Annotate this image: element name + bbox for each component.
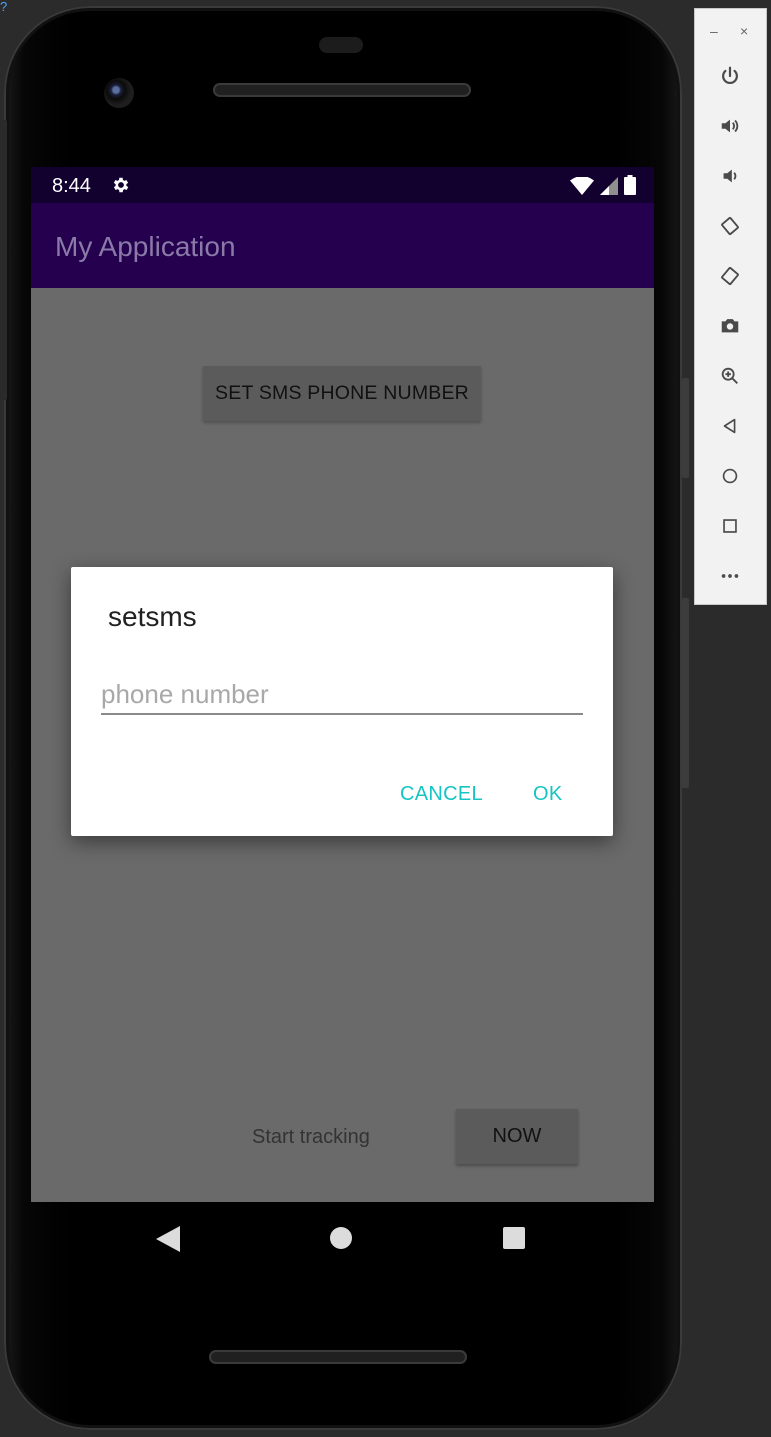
cell-signal-icon (600, 177, 618, 195)
home-icon[interactable] (717, 463, 743, 489)
start-tracking-label: Start tracking (252, 1126, 370, 1148)
phone-number-input[interactable] (101, 675, 583, 715)
rotate-left-icon[interactable] (717, 213, 743, 239)
screenshot-icon[interactable] (717, 313, 743, 339)
setsms-dialog: setsms CANCEL OK (71, 567, 613, 836)
ok-button[interactable]: OK (533, 783, 563, 806)
minimize-button[interactable]: – (710, 23, 718, 39)
rotate-right-icon[interactable] (717, 263, 743, 289)
wifi-icon (570, 177, 594, 195)
more-icon[interactable] (717, 563, 743, 589)
set-sms-phone-number-button[interactable]: SET SMS PHONE NUMBER (203, 366, 481, 421)
dialog-title: setsms (108, 601, 197, 632)
front-camera (104, 78, 134, 108)
corner-help-glyph: ? (0, 0, 8, 14)
phone-volume-button (682, 598, 689, 788)
phone-power-button (682, 378, 689, 478)
zoom-icon[interactable] (717, 363, 743, 389)
phone-earpiece (319, 37, 363, 53)
overview-icon[interactable] (717, 513, 743, 539)
back-icon[interactable] (717, 413, 743, 439)
status-bar: 8:44 (31, 167, 654, 203)
app-title: My Application (55, 231, 236, 262)
phone-side-button-left (0, 120, 7, 400)
power-icon[interactable] (717, 63, 743, 89)
cancel-button[interactable]: CANCEL (400, 783, 483, 806)
device-screen: 8:44 My Application SET SMS PHONE NUMBER… (31, 167, 654, 1202)
top-speaker-grille (213, 83, 471, 97)
nav-recents-icon[interactable] (503, 1227, 525, 1249)
bottom-speaker-grille (209, 1350, 467, 1364)
settings-gear-icon (111, 175, 131, 195)
close-button[interactable]: × (740, 23, 748, 39)
status-time: 8:44 (52, 175, 91, 197)
navigation-bar (31, 1202, 654, 1274)
nav-home-icon[interactable] (330, 1227, 352, 1249)
volume-up-icon[interactable] (717, 113, 743, 139)
battery-icon (624, 175, 636, 195)
now-button[interactable]: NOW (456, 1109, 578, 1164)
nav-back-icon[interactable] (156, 1226, 180, 1252)
emulator-toolbar: – × (694, 8, 767, 605)
volume-down-icon[interactable] (717, 163, 743, 189)
app-bar: My Application (31, 203, 654, 288)
